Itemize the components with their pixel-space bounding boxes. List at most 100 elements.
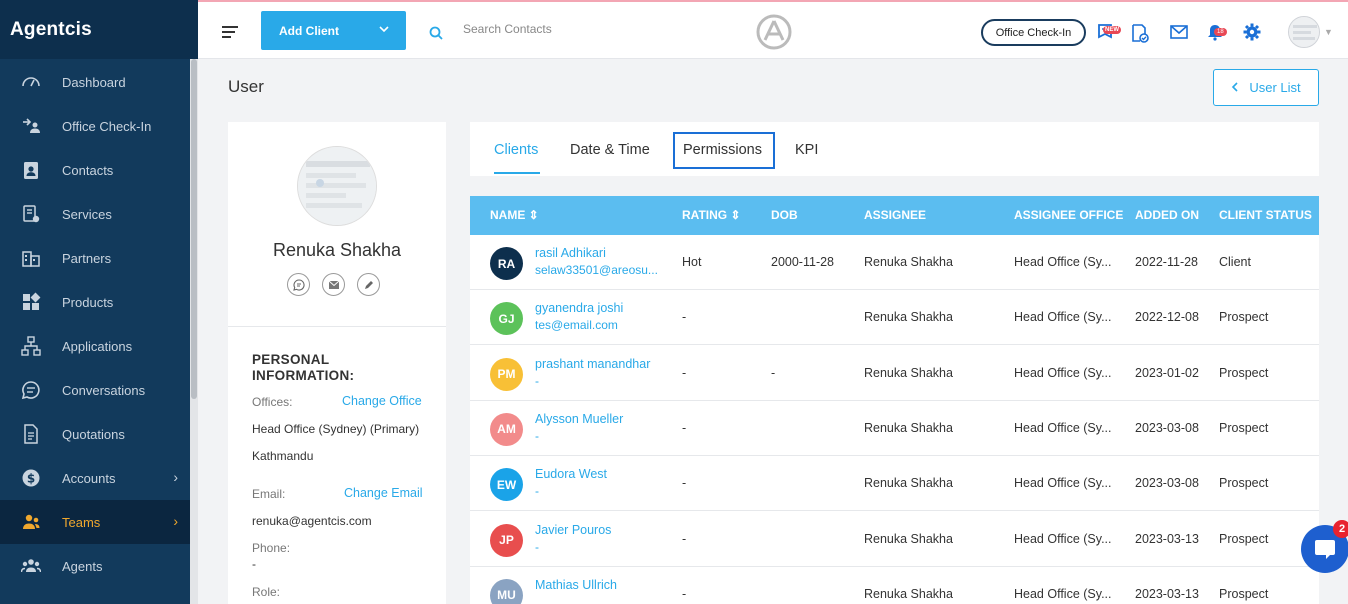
edit-button[interactable] <box>357 273 380 296</box>
add-client-button[interactable]: Add Client <box>261 11 406 50</box>
sidebar-item-services[interactable]: Services <box>0 192 190 236</box>
gauge-icon <box>0 72 62 92</box>
email-button[interactable] <box>322 273 345 296</box>
scrollbar-thumb[interactable] <box>191 59 197 399</box>
menu-toggle-icon[interactable] <box>222 26 238 38</box>
sidebar-item-label: Services <box>62 206 112 222</box>
table-row[interactable]: MU Mathias Ullrich - Renuka Shakha Head Offi… <box>470 567 1319 604</box>
client-name-link[interactable]: Javier Pouros <box>535 523 611 537</box>
assignee-office-cell: Head Office (Sy... <box>1014 420 1112 435</box>
sidebar-item-label: Dashboard <box>62 74 126 90</box>
sidebar-item-label: Partners <box>62 250 112 266</box>
sidebar-item-contacts[interactable]: Contacts <box>0 148 190 192</box>
sidebar-item-agents[interactable]: Agents <box>0 544 190 588</box>
assignee-office-cell: Head Office (Sy... <box>1014 255 1112 269</box>
table-row[interactable]: GJ gyanendra joshi tes@email.com - Renuka Sh… <box>470 290 1319 346</box>
gear-icon[interactable] <box>1243 23 1261 46</box>
brand-logo[interactable]: Agentcis <box>0 0 198 59</box>
column-header-rating[interactable]: RATING ⇕ <box>682 208 741 222</box>
assignee-office-cell: Head Office (Sy... <box>1014 365 1112 380</box>
chevron-down-icon[interactable]: ▼ <box>1324 27 1333 37</box>
sidebar-item-partners[interactable]: Partners <box>0 236 190 280</box>
document-icon <box>0 424 62 444</box>
rating-cell: - <box>682 531 687 546</box>
column-header-assignee-office: ASSIGNEE OFFICE <box>1014 208 1124 222</box>
sidebar-item-products[interactable]: Products <box>0 280 190 324</box>
client-initials-avatar: MU <box>490 578 523 604</box>
dob-cell: - <box>771 365 776 380</box>
clients-table: NAME ⇕ RATING ⇕ DOB ASSIGNEE ASSIGNEE OF… <box>470 196 1319 604</box>
tab-clients[interactable]: Clients <box>494 142 538 158</box>
sidebar-item-office-checkin[interactable]: Office Check-In <box>0 104 190 148</box>
email-value: renuka@agentcis.com <box>252 514 372 528</box>
sidebar-scrollbar[interactable] <box>190 59 198 604</box>
sidebar-item-accounts[interactable]: $ Accounts › <box>0 456 190 500</box>
column-header-name[interactable]: NAME ⇕ <box>490 208 539 222</box>
sidebar-item-teams[interactable]: Teams › <box>0 500 190 544</box>
sidebar-item-quotations[interactable]: Quotations <box>0 412 190 456</box>
tab-date-time[interactable]: Date & Time <box>570 142 650 158</box>
user-avatar[interactable] <box>1288 16 1320 48</box>
rating-cell: - <box>682 365 687 380</box>
client-name-link[interactable]: gyanendra joshi <box>535 301 623 315</box>
table-row[interactable]: RA rasil Adhikari selaw33501@areosu... Hot 2… <box>470 235 1319 290</box>
assignee-cell: Renuka Shakha <box>864 365 953 380</box>
added-on-cell: 2023-03-08 <box>1135 476 1199 491</box>
client-name-link[interactable]: prashant manandhar <box>535 357 650 371</box>
client-name-link[interactable]: Alysson Mueller <box>535 412 623 426</box>
table-row[interactable]: EW Eudora West - - Renuka Shakha Head Office … <box>470 456 1319 512</box>
rating-cell: Hot <box>682 255 702 269</box>
task-document-icon[interactable] <box>1130 23 1150 48</box>
client-email[interactable]: tes@email.com <box>535 318 660 332</box>
agents-icon <box>0 556 62 576</box>
sidebar-item-applications[interactable]: Applications <box>0 324 190 368</box>
sidebar-item-conversations[interactable]: Conversations <box>0 368 190 412</box>
client-email[interactable]: - <box>535 429 660 443</box>
table-row[interactable]: AM Alysson Mueller - - Renuka Shakha Head Off… <box>470 401 1319 456</box>
office-checkin-button[interactable]: Office Check-In <box>981 19 1086 46</box>
added-on-cell: 2023-01-02 <box>1135 365 1199 380</box>
chat-icon <box>0 380 62 400</box>
email-label: Email: <box>252 487 286 501</box>
mail-icon[interactable] <box>1170 25 1188 44</box>
new-badge: NEW <box>1103 26 1121 34</box>
client-email[interactable]: - <box>535 484 660 498</box>
change-email-link[interactable]: Change Email <box>344 486 423 500</box>
sidebar-item-dashboard[interactable]: Dashboard <box>0 60 190 104</box>
dollar-icon: $ <box>0 468 62 488</box>
assignee-cell: Renuka Shakha <box>864 420 953 435</box>
rating-cell: - <box>682 420 687 435</box>
client-email[interactable]: - <box>535 540 660 554</box>
search-icon[interactable] <box>429 26 443 45</box>
contact-card-icon <box>0 160 62 180</box>
client-name-link[interactable]: Eudora West <box>535 467 607 481</box>
assignee-cell: Renuka Shakha <box>864 255 953 269</box>
message-button[interactable] <box>287 273 310 296</box>
rating-cell: - <box>682 476 687 491</box>
user-list-button[interactable]: User List <box>1213 69 1319 106</box>
svg-text:$: $ <box>27 472 35 486</box>
client-email[interactable]: - <box>535 374 660 388</box>
checkin-icon <box>0 116 62 136</box>
role-label: Role: <box>252 585 281 599</box>
search-input[interactable] <box>463 22 713 36</box>
team-icon <box>0 512 62 532</box>
client-initials-avatar: AM <box>490 412 523 446</box>
assignee-office-cell: Head Office (Sy... <box>1014 531 1112 546</box>
notification-count-badge: 18 <box>1214 28 1227 36</box>
chevron-down-icon[interactable] <box>378 23 390 38</box>
company-logo-icon[interactable] <box>755 13 793 56</box>
client-name-link[interactable]: Mathias Ullrich <box>535 578 617 592</box>
table-row[interactable]: PM prashant manandhar - - - Renuka Shakha Head… <box>470 346 1319 401</box>
assignee-office-cell: Head Office (Sy... <box>1014 586 1112 601</box>
chevron-left-icon <box>1231 80 1239 95</box>
profile-card: Renuka Shakha PERSONAL INFORMATION: Offi… <box>228 122 446 604</box>
sidebar-item-label: Conversations <box>62 382 146 398</box>
change-office-link[interactable]: Change Office <box>342 394 422 408</box>
tab-kpi[interactable]: KPI <box>795 142 818 158</box>
profile-actions <box>287 273 380 296</box>
client-name-link[interactable]: rasil Adhikari <box>535 246 606 260</box>
client-email[interactable]: selaw33501@areosu... <box>535 263 660 277</box>
table-row[interactable]: JP Javier Pouros - - Renuka Shakha Head Offic… <box>470 512 1319 567</box>
tab-permissions[interactable]: Permissions <box>683 142 762 158</box>
